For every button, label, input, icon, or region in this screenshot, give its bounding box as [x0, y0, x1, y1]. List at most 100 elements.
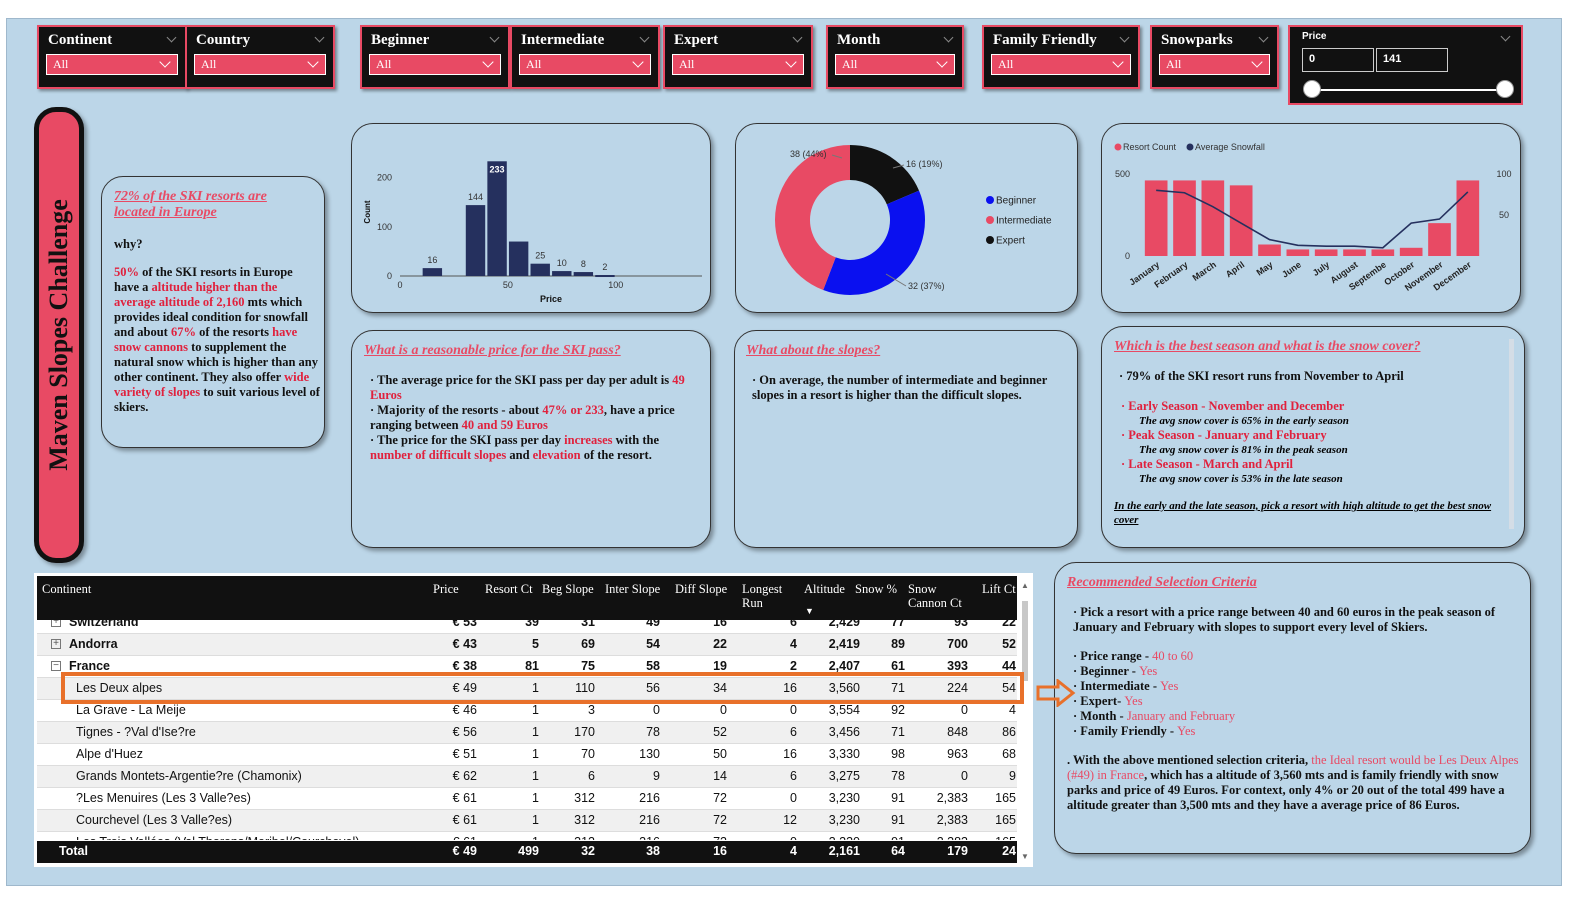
table-cell: 91 [891, 813, 905, 827]
price-max-input[interactable]: 141 [1376, 48, 1448, 72]
price-slider-min-handle[interactable] [1303, 80, 1321, 98]
slicer-dropdown[interactable]: All [672, 54, 804, 75]
slopes-donut-card: 16 (19%) 32 (37%) 38 (44%) Beginner Intermed… [735, 123, 1078, 313]
slicer-dropdown[interactable]: All [835, 54, 955, 75]
slicer-label: Continent [48, 32, 113, 48]
expand-icon[interactable]: + [51, 620, 61, 627]
table-cell: € 46 [452, 703, 477, 717]
monthly-combo-chart[interactable]: Resort Count Average Snowfall050050100Jan… [1102, 124, 1522, 314]
table-cell: 9 [1009, 769, 1016, 783]
column-header[interactable]: Resort Ct [485, 582, 533, 596]
column-header[interactable]: Lift Ct [982, 582, 1016, 596]
scroll-up-icon[interactable]: ▲ [1021, 581, 1029, 590]
slicer-intermediate[interactable]: Intermediate All [510, 25, 660, 89]
total-cell: 16 [713, 844, 727, 858]
price-min-input[interactable]: 0 [1302, 48, 1374, 72]
column-header[interactable]: Snow Cannon Ct [908, 582, 974, 610]
table-cell: 312 [574, 835, 595, 840]
season-card-scrollbar[interactable] [1509, 339, 1514, 529]
table-cell: 1 [532, 813, 539, 827]
table-cell: 93 [954, 620, 968, 629]
table-row[interactable]: Grands Montets-Argentie?re (Chamonix) € 6… [37, 766, 1017, 788]
y-right-tick: 50 [1499, 210, 1509, 220]
x-tick-label: May [1255, 259, 1275, 277]
slopes-donut-chart[interactable]: 16 (19%) 32 (37%) 38 (44%) Beginner Intermed… [736, 124, 1079, 314]
table-cell: 3,230 [828, 813, 860, 827]
slicer-dropdown[interactable]: All [46, 54, 178, 75]
table-row[interactable]: Les Trois Vallées (Val Thorens/Meribel/C… [37, 832, 1017, 840]
slicer-family-friendly[interactable]: Family Friendly All [982, 25, 1140, 89]
table-cell: 216 [639, 835, 660, 840]
row-label: Alpe d'Huez [76, 747, 144, 761]
table-cell: 19 [713, 659, 727, 673]
table-cell: 44 [1002, 659, 1016, 673]
table-cell: 1 [532, 769, 539, 783]
table-body[interactable]: + Switzerland € 53 39 31 49 16 6 2,429 77 93 22 + And… [34, 620, 1024, 840]
bar-data-label: 233 [490, 164, 505, 174]
table-row[interactable]: + Andorra € 43 5 69 54 22 4 2,419 89 700 52 [37, 634, 1017, 656]
slicer-label: Country [196, 32, 251, 48]
table-cell: 78 [646, 725, 660, 739]
table-cell: 9 [653, 769, 660, 783]
table-row[interactable]: + Switzerland € 53 39 31 49 16 6 2,429 77 93 22 [37, 620, 1017, 634]
table-row[interactable]: Courchevel (Les 3 Valle?es) € 61 1 312 216 72… [37, 810, 1017, 832]
table-cell: 72 [713, 791, 727, 805]
price-slider-max-handle[interactable] [1496, 80, 1514, 98]
slicer-beginner[interactable]: Beginner All [360, 25, 510, 89]
slicer-label: Family Friendly [993, 32, 1097, 48]
table-row[interactable]: ?Les Menuires (Les 3 Valle?es) € 61 1 312 21… [37, 788, 1017, 810]
sort-desc-icon[interactable]: ▼ [805, 606, 814, 616]
table-cell: 16 [713, 620, 727, 629]
column-header[interactable]: Beg Slope [542, 582, 594, 596]
row-label: ?Les Menuires (Les 3 Valle?es) [76, 791, 251, 805]
column-header[interactable]: Continent [42, 582, 91, 596]
slicer-month[interactable]: Month All [826, 25, 964, 89]
column-header[interactable]: Price [433, 582, 459, 596]
price-slider-track[interactable] [1312, 89, 1505, 91]
y-right-tick: 100 [1496, 169, 1511, 179]
table-scroll-thumb[interactable] [1022, 601, 1028, 681]
column-header[interactable]: Inter Slope [605, 582, 660, 596]
season-card-footer: In the early and the late season, pick a… [1114, 500, 1492, 526]
table-cell: 50 [713, 747, 727, 761]
slicer-label: Month [837, 32, 881, 48]
column-header[interactable]: Diff Slope [675, 582, 727, 596]
slicer-expert[interactable]: Expert All [663, 25, 813, 89]
column-header[interactable]: Longest Run [742, 582, 790, 610]
table-cell: 68 [1002, 747, 1016, 761]
slicer-snowparks[interactable]: Snowparks All [1150, 25, 1279, 89]
slicer-dropdown[interactable]: All [369, 54, 501, 75]
expand-icon[interactable]: + [51, 639, 61, 649]
total-cell: 64 [891, 844, 905, 858]
bar-data-label: 25 [535, 251, 545, 261]
table-cell: 2,407 [828, 659, 860, 673]
table-cell: 393 [947, 659, 968, 673]
chevron-down-icon [936, 56, 948, 68]
slicer-dropdown[interactable]: All [1159, 54, 1270, 75]
slicer-dropdown[interactable]: All [519, 54, 651, 75]
slicer-country[interactable]: Country All [185, 25, 335, 89]
histogram-bar [422, 268, 443, 276]
column-header[interactable]: Snow % [855, 582, 897, 596]
table-cell: 3,330 [828, 747, 860, 761]
table-row[interactable]: Alpe d'Huez € 51 1 70 130 50 16 3,330 98 963 68 [37, 744, 1017, 766]
slicer-dropdown[interactable]: All [194, 54, 326, 75]
slicer-continent[interactable]: Continent All [37, 25, 187, 89]
table-cell: € 56 [452, 725, 477, 739]
price-histogram-chart[interactable]: 0 100 200 0 50 100 Price Count 16 144 233 25 10 8 2 [352, 124, 712, 314]
chevron-down-icon [159, 56, 171, 68]
price-slicer[interactable]: Price 0 141 [1288, 25, 1523, 105]
table-scrollbar[interactable]: ▲ ▼ [1021, 581, 1029, 861]
table-cell: 0 [653, 703, 660, 717]
table-header: Continent Price Resort Ct Beg Slope Inter Sl… [37, 576, 1017, 620]
slicer-dropdown[interactable]: All [991, 54, 1131, 75]
column-header[interactable]: Altitude [804, 582, 845, 596]
table-cell: 3 [588, 703, 595, 717]
row-label: Tignes - ?Val d'Ise?re [76, 725, 196, 739]
bar-data-label: 144 [468, 192, 483, 202]
row-label: France [69, 659, 110, 673]
scroll-down-icon[interactable]: ▼ [1021, 852, 1029, 861]
table-row[interactable]: Tignes - ?Val d'Ise?re € 56 1 170 78 52 6 3,456… [37, 722, 1017, 744]
collapse-icon[interactable]: − [51, 661, 61, 671]
bar-data-label: 16 [427, 255, 437, 265]
